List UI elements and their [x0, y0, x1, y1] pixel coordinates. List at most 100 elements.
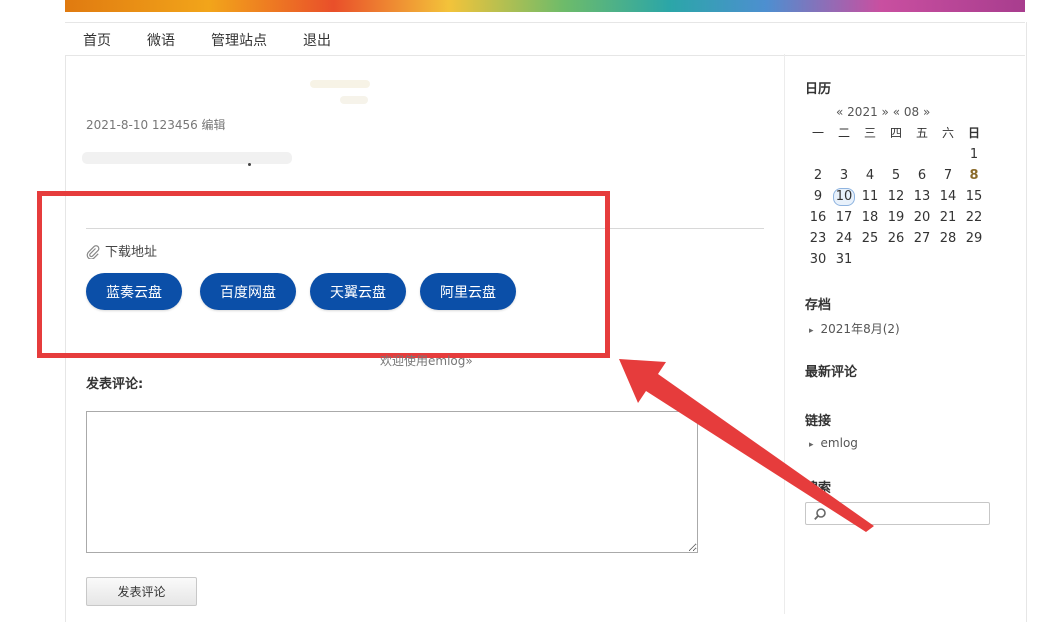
archive-item-label[interactable]: 2021年8月(2) [821, 322, 900, 336]
blurred-content-dot [248, 163, 251, 166]
calendar-day-empty [935, 144, 961, 165]
calendar-day-number: 28 [939, 231, 957, 246]
nav-item-home[interactable]: 首页 [83, 30, 111, 50]
sidebar-divider [784, 54, 785, 614]
comment-section-title: 发表评论: [86, 377, 144, 392]
calendar-day-number: 21 [939, 210, 957, 225]
calendar-day: 9 [805, 186, 831, 207]
search-icon [814, 508, 826, 521]
calendar-day-number: 16 [809, 210, 827, 225]
calendar-day: 6 [909, 165, 935, 186]
calendar-day-number: 13 [913, 189, 931, 204]
archive-item[interactable]: ▸ 2021年8月(2) [809, 320, 900, 337]
calendar-day: 21 [935, 207, 961, 228]
calendar-title: 日历 [805, 82, 832, 97]
calendar-day: 28 [935, 228, 961, 249]
calendar-day: 4 [857, 165, 883, 186]
calendar-day-empty [857, 249, 883, 270]
nav-item-admin[interactable]: 管理站点 [211, 30, 267, 50]
calendar-month: 08 [903, 105, 920, 119]
calendar-day: 13 [909, 186, 935, 207]
calendar-day-number: 5 [891, 168, 901, 183]
calendar-day-empty [883, 144, 909, 165]
next-year-link[interactable]: » [882, 105, 889, 119]
submit-comment-button[interactable]: 发表评论 [86, 577, 197, 606]
link-item-label[interactable]: emlog [821, 436, 858, 450]
calendar-day: 5 [883, 165, 909, 186]
calendar-day-number: 30 [809, 252, 827, 267]
calendar-weekday: 日 [967, 126, 980, 140]
calendar-day-empty [961, 249, 987, 270]
calendar-day-number: 7 [943, 168, 953, 183]
calendar-day: 3 [831, 165, 857, 186]
calendar-day: 23 [805, 228, 831, 249]
calendar-year: 2021 [847, 105, 878, 119]
post-meta: 2021-8-10 123456 编辑 [86, 118, 226, 132]
calendar-day: 15 [961, 186, 987, 207]
calendar-day-number: 23 [809, 231, 827, 246]
nav-item-microblog[interactable]: 微语 [147, 30, 175, 50]
calendar-day-number: 31 [835, 252, 853, 267]
link-item[interactable]: ▸ emlog [809, 436, 858, 450]
caret-right-icon: ▸ [809, 326, 814, 336]
calendar-day-number: 17 [835, 210, 853, 225]
calendar-day-number: 6 [917, 168, 927, 183]
calendar-day-number: 15 [965, 189, 983, 204]
calendar-day: 24 [831, 228, 857, 249]
calendar-day: 14 [935, 186, 961, 207]
calendar-day-number: 27 [913, 231, 931, 246]
calendar-day: 11 [857, 186, 883, 207]
calendar-day-number: 1 [969, 147, 979, 162]
comment-textarea[interactable] [86, 411, 698, 553]
caret-right-icon: ▸ [809, 440, 814, 450]
calendar-day: 19 [883, 207, 909, 228]
calendar-day: 31 [831, 249, 857, 270]
annotation-highlight-box [37, 191, 610, 358]
search-title: 搜索 [805, 481, 832, 496]
calendar-day: 20 [909, 207, 935, 228]
calendar-grid: 一二三四五六日 1 2 3 4 5 6 7 8 9 10 11 12 13 14 15 16 17 18 19 20 21… [805, 123, 987, 270]
calendar-day-empty [857, 144, 883, 165]
calendar-day-number: 2 [813, 168, 823, 183]
calendar-weekday: 六 [941, 126, 954, 140]
nav-item-logout[interactable]: 退出 [303, 30, 331, 50]
calendar-day-number: 25 [861, 231, 879, 246]
blurred-title [310, 80, 370, 88]
next-month-link[interactable]: » [923, 105, 930, 119]
calendar-day: 26 [883, 228, 909, 249]
calendar-day-empty [805, 144, 831, 165]
prev-year-link[interactable]: « [836, 105, 843, 119]
calendar-day-number: 24 [835, 231, 853, 246]
calendar-day: 1 [961, 144, 987, 165]
calendar-day-number: 4 [865, 168, 875, 183]
search-input[interactable] [805, 502, 990, 525]
calendar-day: 10 [831, 186, 857, 207]
calendar-day: 16 [805, 207, 831, 228]
links-title: 链接 [805, 414, 832, 429]
calendar-weekday: 二 [837, 126, 850, 140]
calendar-day-empty [831, 144, 857, 165]
blurred-title [340, 96, 368, 104]
calendar-day: 17 [831, 207, 857, 228]
prev-month-link[interactable]: « [893, 105, 900, 119]
calendar-day: 18 [857, 207, 883, 228]
calendar-day: 30 [805, 249, 831, 270]
calendar-day: 27 [909, 228, 935, 249]
footer-welcome-link[interactable]: 欢迎使用emlog» [380, 352, 473, 369]
calendar-header: « 2021 » « 08 » [836, 105, 930, 119]
calendar-day-current: 8 [969, 168, 979, 183]
calendar-day-empty [883, 249, 909, 270]
calendar-day-number: 19 [887, 210, 905, 225]
calendar-day: 12 [883, 186, 909, 207]
calendar-weekday: 四 [889, 126, 902, 140]
calendar-day-empty [935, 249, 961, 270]
calendar-day-number: 11 [861, 189, 879, 204]
calendar-day-number: 3 [839, 168, 849, 183]
calendar-day-number: 14 [939, 189, 957, 204]
calendar-day-number: 29 [965, 231, 983, 246]
calendar-day-empty [909, 249, 935, 270]
calendar-day-highlighted: 10 [833, 188, 855, 206]
calendar-weekday: 三 [863, 126, 876, 140]
calendar-day: 29 [961, 228, 987, 249]
calendar-day: 22 [961, 207, 987, 228]
